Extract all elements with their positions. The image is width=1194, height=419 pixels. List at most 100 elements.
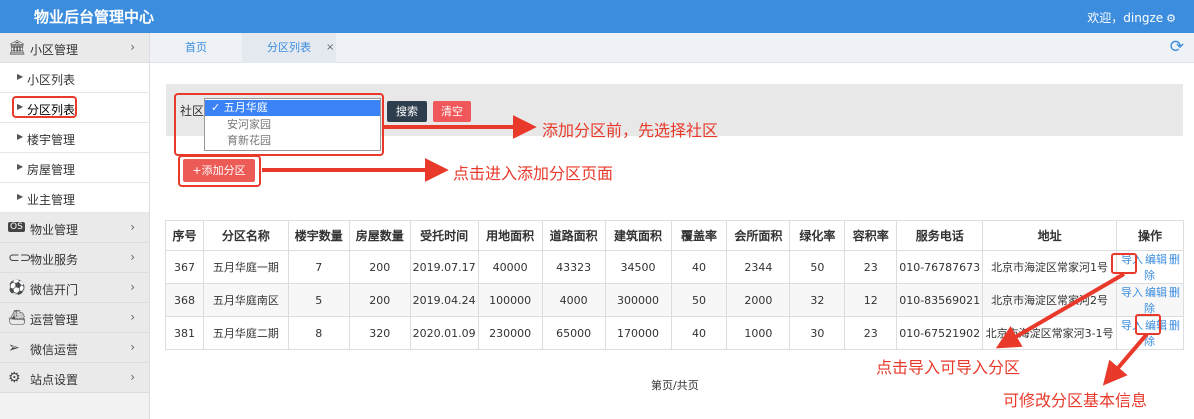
sidebar-item-fenqu-list[interactable]: ▶ 分区列表	[0, 93, 149, 123]
cell: 2020.01.09	[409, 316, 479, 350]
chevron-right-icon: ›	[130, 310, 135, 324]
menu-label: 物业管理	[30, 223, 79, 237]
sidebar-item-louyu[interactable]: ▶ 楼宇管理	[0, 123, 149, 153]
welcome-user[interactable]: 欢迎，dingze ⚙	[1087, 9, 1176, 26]
caret-right-icon: ▶	[17, 132, 24, 141]
cell: 2019.04.24	[409, 283, 479, 317]
pager: 第页/共页	[651, 379, 699, 392]
highlight-box	[178, 155, 261, 187]
cell: 100000	[477, 283, 543, 317]
cell: 北京市海淀区常家河3-1号	[982, 316, 1117, 350]
menu-label: 运营管理	[30, 313, 79, 327]
highlight-box	[12, 96, 77, 118]
menu-label: 小区管理	[30, 43, 79, 57]
column-header: 建筑面积	[604, 220, 672, 251]
sidebar-item-xiaoqu-list[interactable]: ▶ 小区列表	[0, 63, 149, 93]
cell: 43323	[541, 250, 606, 284]
send-icon: ➢	[8, 340, 20, 356]
highlight-box	[1111, 253, 1137, 274]
caret-right-icon: ▶	[17, 192, 24, 201]
sidebar-item-fangwu[interactable]: ▶ 房屋管理	[0, 153, 149, 183]
column-header: 绿化率	[789, 220, 846, 251]
table-row: 367 五月华庭一期 7 200 2019.07.17 40000 43323 …	[165, 250, 1185, 284]
close-icon[interactable]: ×	[326, 33, 334, 63]
cell: 五月华庭一期	[202, 250, 289, 284]
os-icon: OS	[8, 222, 25, 232]
cell: 010-83569021	[896, 283, 984, 317]
chevron-right-icon: ›	[130, 280, 135, 294]
cell: 368	[165, 283, 204, 317]
tab-home[interactable]: 首页	[150, 33, 242, 63]
chevron-right-icon: ›	[130, 250, 135, 264]
cell: 五月华庭南区	[202, 283, 289, 317]
cell: 200	[348, 283, 411, 317]
menu-weixin-yunying[interactable]: ➢ 微信运营 ›	[0, 333, 149, 363]
sidebar-item-label: 楼宇管理	[27, 133, 76, 147]
column-header: 服务电话	[896, 220, 984, 251]
cell: 2344	[726, 250, 791, 284]
gear-icon[interactable]: ⚙	[1166, 12, 1176, 25]
gears-icon: ⚙	[8, 370, 21, 386]
cell: 40	[670, 250, 728, 284]
menu-label: 站点设置	[30, 373, 79, 387]
cell: 50	[670, 283, 728, 317]
column-header: 操作	[1115, 220, 1185, 251]
app-title: 物业后台管理中心	[34, 8, 155, 26]
edit-link[interactable]: 编辑	[1145, 253, 1167, 266]
column-header: 地址	[982, 220, 1117, 251]
cell: 34500	[604, 250, 672, 284]
menu-wuye-guanli[interactable]: OS 物业管理 ›	[0, 213, 149, 243]
refresh-icon[interactable]: ⟳	[1170, 37, 1184, 57]
cell: 170000	[604, 316, 672, 350]
column-header: 楼宇数量	[287, 220, 350, 251]
menu-xiaoqu[interactable]: 🏛 小区管理 ›	[0, 33, 149, 63]
annotation-click-import: 点击导入可导入分区	[876, 358, 1021, 377]
sidebar-item-yezhu[interactable]: ▶ 业主管理	[0, 183, 149, 213]
menu-wuye-fuwu[interactable]: ⊂⊃ 物业服务 ›	[0, 243, 149, 273]
menu-weixin-kaimen[interactable]: ⚽ 微信开门 ›	[0, 273, 149, 303]
column-header: 分区名称	[202, 220, 289, 251]
soccer-icon: ⚽	[8, 280, 26, 296]
cell: 40	[670, 316, 728, 350]
menu-zhandian-shezhi[interactable]: ⚙ 站点设置 ›	[0, 363, 149, 393]
chevron-right-icon: ›	[130, 220, 135, 234]
cell: 2000	[726, 283, 791, 317]
cell: 4000	[541, 283, 606, 317]
import-link[interactable]: 导入	[1121, 286, 1143, 299]
sidebar-item-label: 房屋管理	[27, 163, 76, 177]
cell: 2019.07.17	[409, 250, 479, 284]
clear-button[interactable]: 清空	[433, 101, 471, 122]
chevron-right-icon: ›	[130, 40, 135, 54]
cell: 381	[165, 316, 204, 350]
menu-yunying-guanli[interactable]: ⛴ 运营管理 ›	[0, 303, 149, 333]
cell: 320	[348, 316, 411, 350]
cell: 12	[844, 283, 898, 317]
sidebar-item-label: 业主管理	[27, 193, 76, 207]
cell: 5	[287, 283, 350, 317]
edit-link[interactable]: 编辑	[1145, 286, 1167, 299]
column-header: 覆盖率	[670, 220, 728, 251]
annotation-edit-info: 可修改分区基本信息	[1003, 391, 1148, 410]
cell: 1000	[726, 316, 791, 350]
cell: 32	[789, 283, 846, 317]
sidebar-item-label: 小区列表	[27, 73, 76, 87]
menu-label: 微信运营	[30, 343, 79, 357]
caret-right-icon: ▶	[17, 162, 24, 171]
search-button[interactable]: 搜索	[387, 101, 427, 122]
annotation-click-add: 点击进入添加分区页面	[453, 164, 614, 183]
cell: 五月华庭二期	[202, 316, 289, 350]
menu-label: 物业服务	[30, 253, 79, 267]
annotation-select-first: 添加分区前，先选择社区	[542, 121, 719, 140]
chevron-right-icon: ›	[130, 340, 135, 354]
cell: 北京市海淀区常家河2号	[982, 283, 1117, 317]
cell: 8	[287, 316, 350, 350]
table-row: 381 五月华庭二期 8 320 2020.01.09 230000 65000…	[165, 316, 1185, 350]
column-header: 用地面积	[477, 220, 543, 251]
caret-right-icon: ▶	[17, 72, 24, 81]
column-header: 道路面积	[541, 220, 606, 251]
actions-cell: 导入 编辑 删除	[1115, 283, 1185, 317]
sidebar: 🏛 小区管理 › ▶ 小区列表 ▶ 分区列表 ▶ 楼宇管理 ▶ 房屋管理 ▶ 业…	[0, 33, 150, 419]
chevron-right-icon: ›	[130, 370, 135, 384]
cell: 200	[348, 250, 411, 284]
tab-fenqu-list[interactable]: 分区列表	[242, 33, 336, 63]
